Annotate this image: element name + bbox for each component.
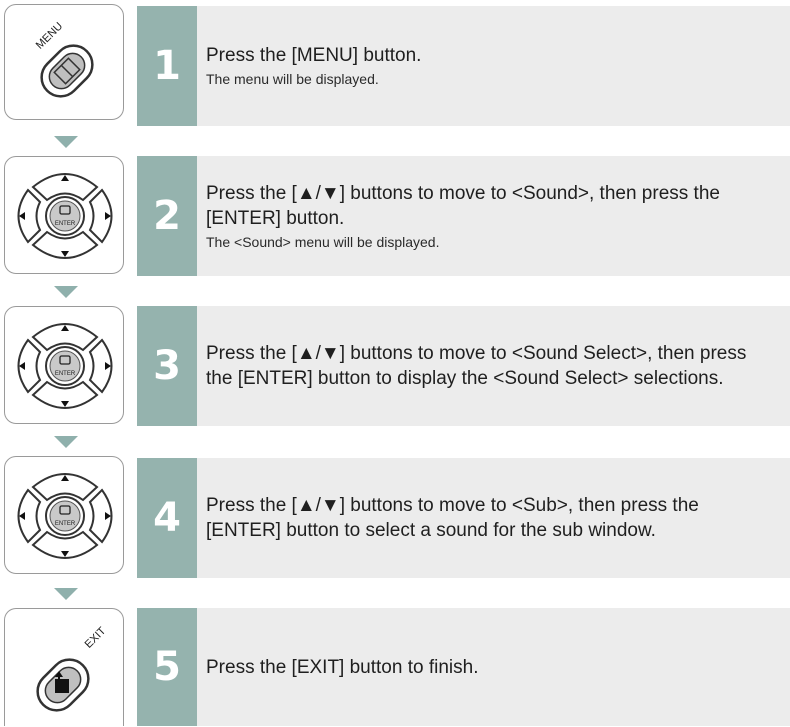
step-2-number: 2 (153, 193, 181, 239)
menu-icon-label: MENU (34, 20, 65, 51)
dpad-enter-icon: ENTER (17, 473, 113, 559)
step-2-sub-text: The <Sound> menu will be displayed. (206, 233, 440, 250)
step-2-icon-box: ENTER (4, 156, 124, 274)
step-4-number: 4 (153, 495, 181, 541)
step-2-text: Press the [▲/▼] buttons to move to <Soun… (206, 156, 776, 276)
step-5-icon-box: EXIT (4, 608, 124, 726)
step-3-panel: 3 Press the [▲/▼] buttons to move to <So… (137, 306, 790, 426)
step-3-main-text: Press the [▲/▼] buttons to move to <Soun… (206, 343, 747, 389)
exit-icon-label: EXIT (83, 625, 109, 651)
step-2-main-text: Press the [▲/▼] buttons to move to <Soun… (206, 182, 720, 229)
step-1-sub-text: The menu will be displayed. (206, 71, 379, 87)
step-arrow-1 (54, 136, 78, 148)
step-5-number-band: 5 (137, 608, 197, 726)
step-arrow-3 (54, 436, 78, 448)
step-arrow-2 (54, 286, 78, 298)
dpad-enter-icon: ENTER (17, 323, 113, 409)
step-5-text: Press the [EXIT] button to finish. (206, 608, 776, 726)
step-2-panel: 2 Press the [▲/▼] buttons to move to <So… (137, 156, 790, 276)
step-3-text: Press the [▲/▼] buttons to move to <Soun… (206, 306, 776, 426)
enter-icon-label: ENTER (55, 521, 76, 527)
step-4-main-text: Press the [▲/▼] buttons to move to <Sub>… (206, 495, 699, 541)
step-4-icon-box: ENTER (4, 456, 124, 574)
step-4-number-band: 4 (137, 458, 197, 578)
step-5-number: 5 (153, 644, 181, 690)
enter-icon-label: ENTER (55, 221, 76, 227)
step-3-icon-box: ENTER (4, 306, 124, 424)
step-2-number-band: 2 (137, 156, 197, 276)
step-3-number-band: 3 (137, 306, 197, 426)
step-4-text: Press the [▲/▼] buttons to move to <Sub>… (206, 458, 776, 578)
step-arrow-4 (54, 588, 78, 600)
step-4-panel: 4 Press the [▲/▼] buttons to move to <Su… (137, 458, 790, 578)
enter-icon-label: ENTER (55, 371, 76, 377)
step-1-text: Press the [MENU] button. The menu will b… (206, 6, 776, 126)
step-5-panel: 5 Press the [EXIT] button to finish. (137, 608, 790, 726)
step-1-panel: 1 Press the [MENU] button. The menu will… (137, 6, 790, 126)
step-1-main-text: Press the [MENU] button. (206, 45, 422, 66)
step-1-number: 1 (153, 43, 181, 89)
step-1-icon-box: MENU (4, 4, 124, 120)
exit-button-icon: EXIT (36, 625, 109, 712)
step-3-number: 3 (153, 343, 181, 389)
menu-button-icon: MENU (34, 20, 94, 98)
dpad-enter-icon: ENTER (17, 173, 113, 259)
step-1-number-band: 1 (137, 6, 197, 126)
step-5-main-text: Press the [EXIT] button to finish. (206, 656, 479, 678)
